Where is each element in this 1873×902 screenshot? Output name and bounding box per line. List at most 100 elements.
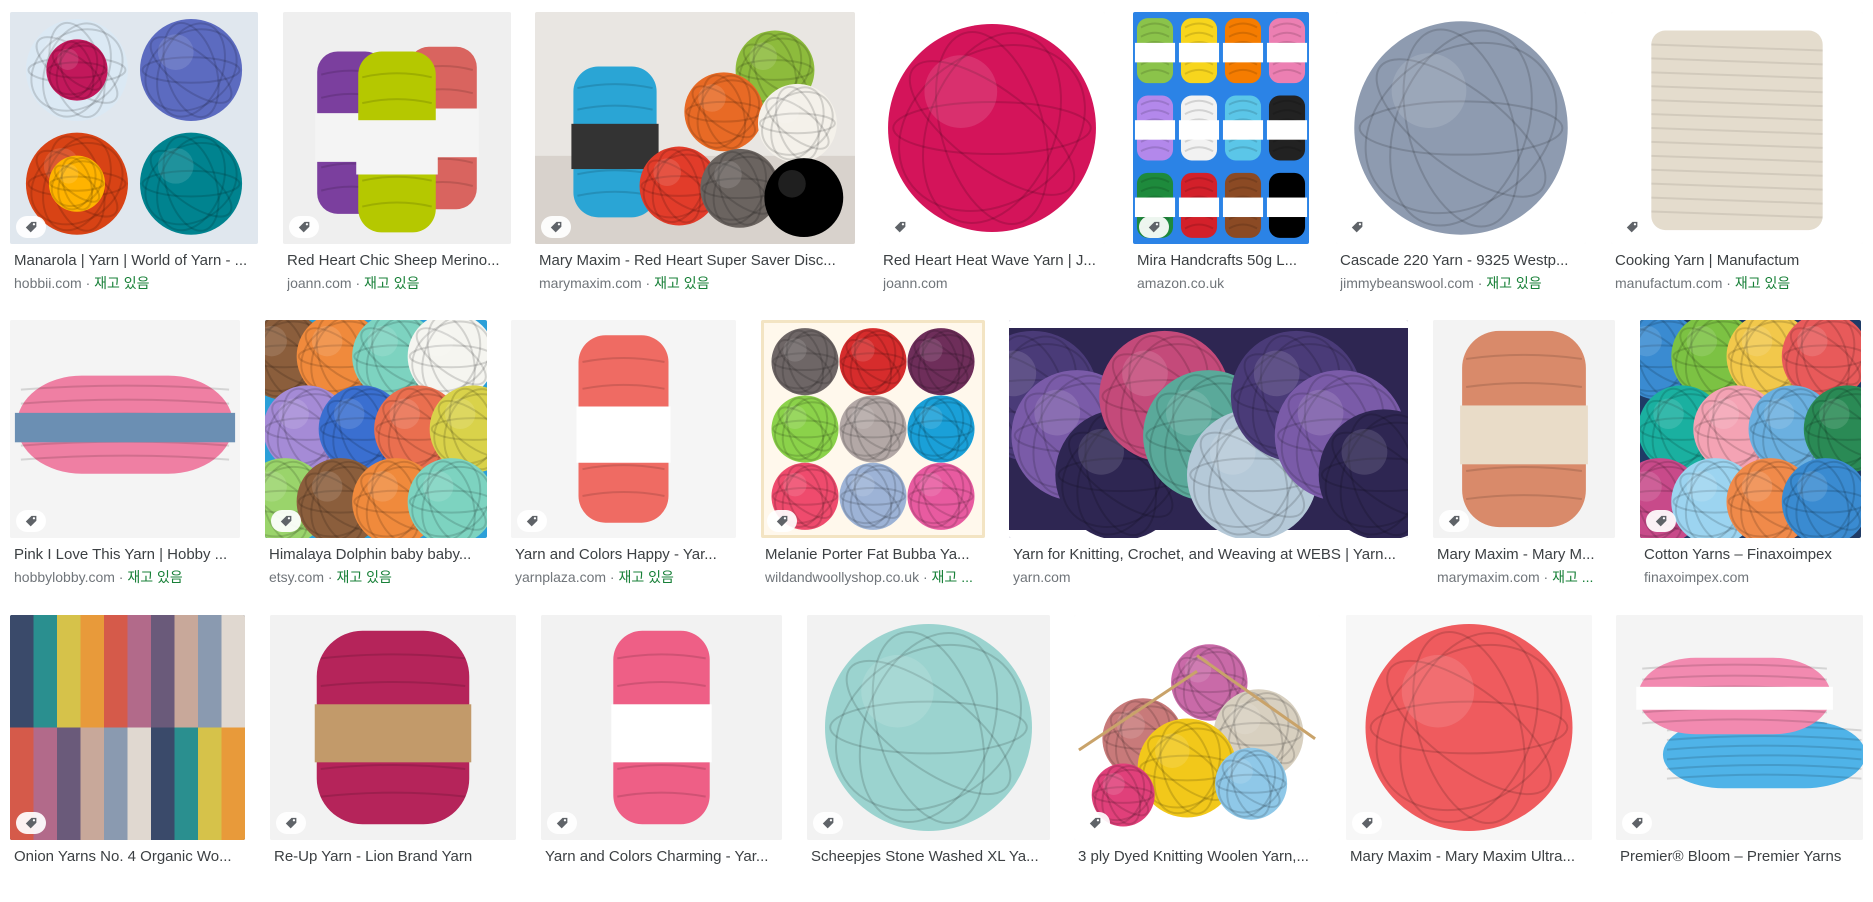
image-result-card[interactable]: Manarola | Yarn | World of Yarn - ... hob… xyxy=(10,12,258,306)
result-title[interactable]: Mary Maxim - Mary M... xyxy=(1437,546,1615,564)
image-result-card[interactable]: Pink I Love This Yarn | Hobby ... hobbylo… xyxy=(10,320,240,600)
result-title[interactable]: Cooking Yarn | Manufactum xyxy=(1615,252,1863,270)
skein-label-band xyxy=(611,704,712,763)
result-thumbnail[interactable] xyxy=(511,320,736,538)
image-result-card[interactable]: Mary Maxim - Mary Maxim Ultra... xyxy=(1346,615,1592,902)
result-thumbnail[interactable] xyxy=(1616,615,1863,840)
image-result-card[interactable]: Premier® Bloom – Premier Yarns xyxy=(1616,615,1863,902)
result-title[interactable]: Manarola | Yarn | World of Yarn - ... xyxy=(14,252,258,270)
result-thumbnail[interactable] xyxy=(541,615,782,840)
in-stock-label: 재고 있음 xyxy=(364,275,420,291)
image-result-card[interactable]: Re-Up Yarn - Lion Brand Yarn xyxy=(270,615,516,902)
result-source-domain: joann.com xyxy=(287,275,352,291)
result-title[interactable]: Mary Maxim - Red Heart Super Saver Disc.… xyxy=(539,252,855,270)
result-title[interactable]: Cotton Yarns – Finaxoimpex xyxy=(1644,546,1861,564)
result-title[interactable]: Melanie Porter Fat Bubba Ya... xyxy=(765,546,985,564)
image-result-card[interactable]: Onion Yarns No. 4 Organic Wo... xyxy=(10,615,245,902)
yarn-product-image xyxy=(761,320,985,538)
result-thumbnail[interactable] xyxy=(1074,615,1320,840)
product-tag-badge xyxy=(1646,510,1676,532)
yarn-product-image xyxy=(1074,615,1320,840)
result-title[interactable]: Yarn and Colors Charming - Yar... xyxy=(545,848,782,866)
result-title[interactable]: Cascade 220 Yarn - 9325 Westp... xyxy=(1340,252,1586,270)
yarn-product-image xyxy=(265,320,487,538)
result-thumbnail[interactable] xyxy=(1433,320,1615,538)
yarn-product-image xyxy=(270,615,516,840)
result-title[interactable]: Mary Maxim - Mary Maxim Ultra... xyxy=(1350,848,1592,866)
result-thumbnail[interactable] xyxy=(879,12,1105,244)
product-tag-badge xyxy=(813,812,843,834)
yarn-skein xyxy=(1636,657,1833,735)
result-thumbnail[interactable] xyxy=(283,12,511,244)
yarn-skein xyxy=(1266,18,1308,84)
yarn-skein xyxy=(1134,95,1176,161)
image-result-card[interactable]: Red Heart Chic Sheep Merino... joann.com … xyxy=(283,12,511,306)
result-source-domain: jimmybeanswool.com xyxy=(1340,275,1474,291)
result-thumbnail[interactable] xyxy=(535,12,855,244)
result-title[interactable]: Mira Handcrafts 50g L... xyxy=(1137,252,1309,270)
yarn-product-image xyxy=(1640,320,1861,538)
yarn-product-image xyxy=(511,320,736,538)
result-title[interactable]: Himalaya Dolphin baby baby... xyxy=(269,546,487,564)
result-title[interactable]: Yarn for Knitting, Crochet, and Weaving … xyxy=(1013,546,1408,564)
result-thumbnail[interactable] xyxy=(1336,12,1586,244)
result-source-line: hobbylobby.com · 재고 있음 xyxy=(14,569,240,586)
image-result-card[interactable]: Himalaya Dolphin baby baby... etsy.com · … xyxy=(265,320,487,600)
result-title[interactable]: Pink I Love This Yarn | Hobby ... xyxy=(14,546,240,564)
tag-icon xyxy=(550,221,561,232)
tag-icon xyxy=(25,817,36,828)
image-result-card[interactable]: Scheepjes Stone Washed XL Ya... xyxy=(807,615,1050,902)
image-result-card[interactable]: Yarn and Colors Happy - Yar... yarnplaza.… xyxy=(511,320,736,600)
result-thumbnail[interactable] xyxy=(1640,320,1861,538)
tag-icon xyxy=(25,221,36,232)
image-result-card[interactable]: Red Heart Heat Wave Yarn | J... joann.com xyxy=(879,12,1105,306)
result-thumbnail[interactable] xyxy=(1009,320,1408,538)
result-title[interactable]: Red Heart Chic Sheep Merino... xyxy=(287,252,511,270)
result-thumbnail[interactable] xyxy=(1611,12,1863,244)
result-title[interactable]: Premier® Bloom – Premier Yarns xyxy=(1620,848,1863,866)
yarn-skein xyxy=(1266,172,1308,238)
skein-label-band xyxy=(1178,197,1220,218)
image-result-card[interactable]: Melanie Porter Fat Bubba Ya... wildandwoo… xyxy=(761,320,985,600)
in-stock-label: 재고 ... xyxy=(931,569,973,585)
image-result-card[interactable]: Mary Maxim - Red Heart Super Saver Disc.… xyxy=(535,12,855,306)
image-result-card[interactable]: Yarn for Knitting, Crochet, and Weaving … xyxy=(1009,320,1408,600)
image-result-card[interactable]: Mary Maxim - Mary M... marymaxim.com · 재고… xyxy=(1433,320,1615,600)
result-thumbnail[interactable] xyxy=(10,12,258,244)
image-result-card[interactable]: Cotton Yarns – Finaxoimpex finaxoimpex.co… xyxy=(1640,320,1861,600)
image-result-card[interactable]: 3 ply Dyed Knitting Woolen Yarn,... xyxy=(1074,615,1320,902)
result-title[interactable]: Red Heart Heat Wave Yarn | J... xyxy=(883,252,1105,270)
tag-icon xyxy=(1148,221,1159,232)
result-source-domain: marymaxim.com xyxy=(1437,569,1540,585)
yarn-product-image xyxy=(1616,615,1863,840)
yarn-product-image xyxy=(1433,320,1615,538)
result-thumbnail[interactable] xyxy=(1346,615,1592,840)
result-thumbnail[interactable] xyxy=(807,615,1050,840)
in-stock-label: 재고 있음 xyxy=(94,275,150,291)
result-title[interactable]: Onion Yarns No. 4 Organic Wo... xyxy=(14,848,245,866)
yarn-product-image xyxy=(283,12,511,244)
image-result-card[interactable]: Mira Handcrafts 50g L... amazon.co.uk xyxy=(1133,12,1309,306)
result-title[interactable]: Yarn and Colors Happy - Yar... xyxy=(515,546,736,564)
result-thumbnail[interactable] xyxy=(761,320,985,538)
image-result-card[interactable]: Cooking Yarn | Manufactum manufactum.com … xyxy=(1611,12,1863,306)
image-result-card[interactable]: Yarn and Colors Charming - Yar... xyxy=(541,615,782,902)
result-thumbnail[interactable] xyxy=(265,320,487,538)
result-title[interactable]: Scheepjes Stone Washed XL Ya... xyxy=(811,848,1050,866)
result-source-domain: marymaxim.com xyxy=(539,275,642,291)
tag-icon xyxy=(285,817,296,828)
result-title[interactable]: 3 ply Dyed Knitting Woolen Yarn,... xyxy=(1078,848,1320,866)
result-title[interactable]: Re-Up Yarn - Lion Brand Yarn xyxy=(274,848,516,866)
tag-icon xyxy=(1655,515,1666,526)
skein-label-band xyxy=(314,704,472,763)
yarn-product-image xyxy=(1346,615,1592,840)
result-thumbnail[interactable] xyxy=(270,615,516,840)
image-result-card[interactable]: Cascade 220 Yarn - 9325 Westp... jimmybea… xyxy=(1336,12,1586,306)
result-thumbnail[interactable] xyxy=(1133,12,1309,244)
result-thumbnail[interactable] xyxy=(10,615,245,840)
result-thumbnail[interactable] xyxy=(10,320,240,538)
separator-dot: · xyxy=(1722,275,1735,291)
yarn-product-image xyxy=(807,615,1050,840)
yarn-skein xyxy=(576,335,671,523)
product-tag-badge xyxy=(885,216,915,238)
